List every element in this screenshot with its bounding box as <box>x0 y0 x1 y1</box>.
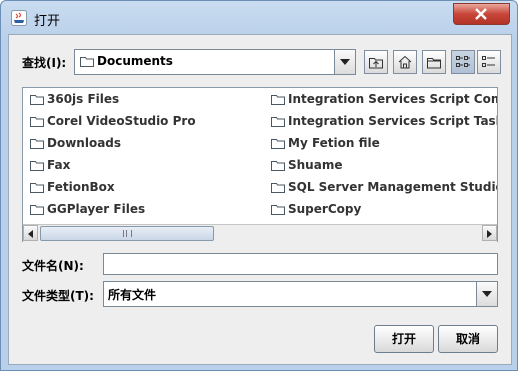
folder-icon <box>80 57 94 67</box>
lookin-label: 查找(I): <box>22 56 67 70</box>
list-item[interactable]: SQL Server Management Studio <box>271 179 497 197</box>
close-button[interactable] <box>453 3 510 25</box>
up-one-level-icon <box>369 58 383 69</box>
title-bar[interactable]: 打开 <box>1 1 517 35</box>
file-name: 360js Files <box>47 92 120 106</box>
file-name: My Fetion file <box>288 136 380 150</box>
folder-icon <box>271 205 285 215</box>
home-button[interactable] <box>393 50 417 74</box>
arrow-left-icon <box>28 230 33 238</box>
new-folder-button[interactable] <box>422 50 446 74</box>
file-name: FetionBox <box>47 180 115 194</box>
home-icon <box>398 55 412 69</box>
file-name: Shuame <box>288 158 343 172</box>
horizontal-scrollbar[interactable] <box>23 224 497 242</box>
list-view-icon <box>456 56 470 67</box>
list-item[interactable]: Integration Services Script Component <box>271 91 497 109</box>
scroll-right-button[interactable] <box>482 225 497 241</box>
filename-label: 文件名(N): <box>22 259 84 273</box>
scroll-left-button[interactable] <box>23 225 38 241</box>
lookin-combobox[interactable]: Documents <box>74 49 356 75</box>
filetype-dropdown-button[interactable] <box>476 282 497 306</box>
list-item[interactable]: Integration Services Script Task <box>271 113 497 131</box>
lookin-dropdown-button[interactable] <box>334 50 355 74</box>
folder-icon <box>271 161 285 171</box>
filetype-label: 文件类型(T): <box>22 289 94 303</box>
list-item[interactable]: Shuame <box>271 157 497 175</box>
file-name: Corel VideoStudio Pro <box>47 114 196 128</box>
file-name: Downloads <box>47 136 122 150</box>
java-icon <box>11 10 27 26</box>
list-item[interactable]: My Fetion file <box>271 135 497 153</box>
cancel-button[interactable]: 取消 <box>438 325 498 353</box>
open-dialog: 打开 查找(I): Documents 360js Files Corel Vi… <box>0 0 518 371</box>
file-name: Fax <box>47 158 71 172</box>
filename-input[interactable] <box>103 253 498 275</box>
folder-icon <box>30 95 44 105</box>
folder-icon <box>30 205 44 215</box>
list-item[interactable]: Fax <box>30 157 260 175</box>
window-title: 打开 <box>34 14 61 29</box>
folder-icon <box>30 161 44 171</box>
list-view-button[interactable] <box>451 50 475 74</box>
list-item[interactable]: Downloads <box>30 135 260 153</box>
file-name: GGPlayer Files <box>47 202 146 216</box>
folder-icon <box>30 117 44 127</box>
list-item[interactable]: Corel VideoStudio Pro <box>30 113 260 131</box>
chevron-down-icon <box>482 291 492 297</box>
lookin-value: Documents <box>97 54 173 68</box>
open-button[interactable]: 打开 <box>374 325 434 353</box>
new-folder-icon <box>427 58 441 69</box>
up-one-level-button[interactable] <box>364 50 388 74</box>
chevron-down-icon <box>340 59 350 65</box>
scrollbar-thumb[interactable] <box>40 226 214 241</box>
folder-icon <box>30 139 44 149</box>
file-name: SQL Server Management Studio <box>288 180 497 194</box>
folder-icon <box>271 95 285 105</box>
folder-icon <box>30 183 44 193</box>
list-item[interactable]: SuperCopy <box>271 201 497 219</box>
folder-icon <box>271 183 285 193</box>
filetype-value: 所有文件 <box>108 288 157 302</box>
dialog-body: 查找(I): Documents 360js Files Corel Video… <box>8 34 512 365</box>
arrow-right-icon <box>487 230 492 238</box>
folder-icon <box>271 117 285 127</box>
folder-icon <box>271 139 285 149</box>
file-name: SuperCopy <box>288 202 362 216</box>
file-name: Integration Services Script Task <box>288 114 497 128</box>
file-name: Integration Services Script Component <box>288 92 497 106</box>
close-icon <box>475 8 487 20</box>
list-item[interactable]: FetionBox <box>30 179 260 197</box>
filetype-combobox[interactable]: 所有文件 <box>103 281 498 307</box>
details-view-icon <box>482 56 495 67</box>
list-item[interactable]: GGPlayer Files <box>30 201 260 219</box>
details-view-button[interactable] <box>477 50 501 74</box>
list-item[interactable]: 360js Files <box>30 91 260 109</box>
file-list[interactable]: 360js Files Corel VideoStudio Pro Downlo… <box>22 87 498 242</box>
